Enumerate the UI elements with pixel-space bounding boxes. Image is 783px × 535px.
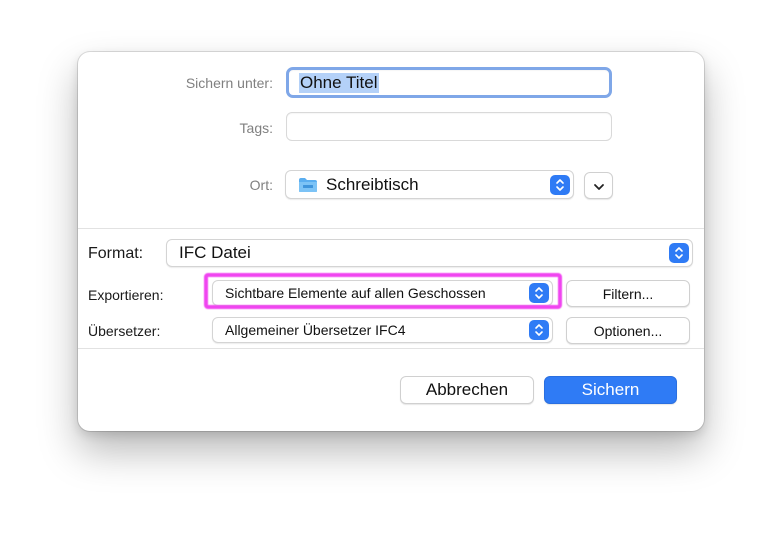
- translator-value: Allgemeiner Übersetzer IFC4: [225, 322, 406, 338]
- export-label: Exportieren:: [88, 287, 164, 303]
- tags-label: Tags:: [239, 120, 273, 136]
- format-stepper-icon: [669, 243, 689, 263]
- chevron-down-icon: [593, 178, 605, 194]
- translator-label: Übersetzer:: [88, 323, 161, 339]
- filename-value: Ohne Titel: [299, 72, 379, 93]
- expand-button[interactable]: [584, 172, 613, 199]
- tags-input[interactable]: [286, 112, 612, 141]
- filename-input[interactable]: Ohne Titel: [286, 67, 612, 98]
- save-as-label: Sichern unter:: [185, 75, 273, 91]
- translator-popup[interactable]: Allgemeiner Übersetzer IFC4: [212, 317, 553, 343]
- save-dialog: Sichern unter: Ohne Titel Tags: Ort: Sch…: [78, 52, 704, 431]
- options-button[interactable]: Optionen...: [566, 317, 690, 344]
- format-value: IFC Datei: [179, 243, 251, 262]
- highlight-annotation: [204, 273, 562, 309]
- cancel-button[interactable]: Abbrechen: [400, 376, 534, 404]
- location-label: Ort:: [249, 177, 273, 193]
- format-label: Format:: [88, 245, 144, 262]
- divider-top: [78, 228, 704, 229]
- location-popup[interactable]: Schreibtisch: [285, 170, 574, 199]
- translator-stepper-icon: [529, 320, 549, 340]
- format-popup[interactable]: IFC Datei: [166, 239, 693, 267]
- folder-icon: [298, 177, 318, 193]
- location-value: Schreibtisch: [326, 174, 419, 194]
- location-stepper-icon: [550, 174, 570, 195]
- save-button[interactable]: Sichern: [544, 376, 677, 404]
- divider-bottom: [78, 348, 704, 349]
- filter-button[interactable]: Filtern...: [566, 280, 690, 307]
